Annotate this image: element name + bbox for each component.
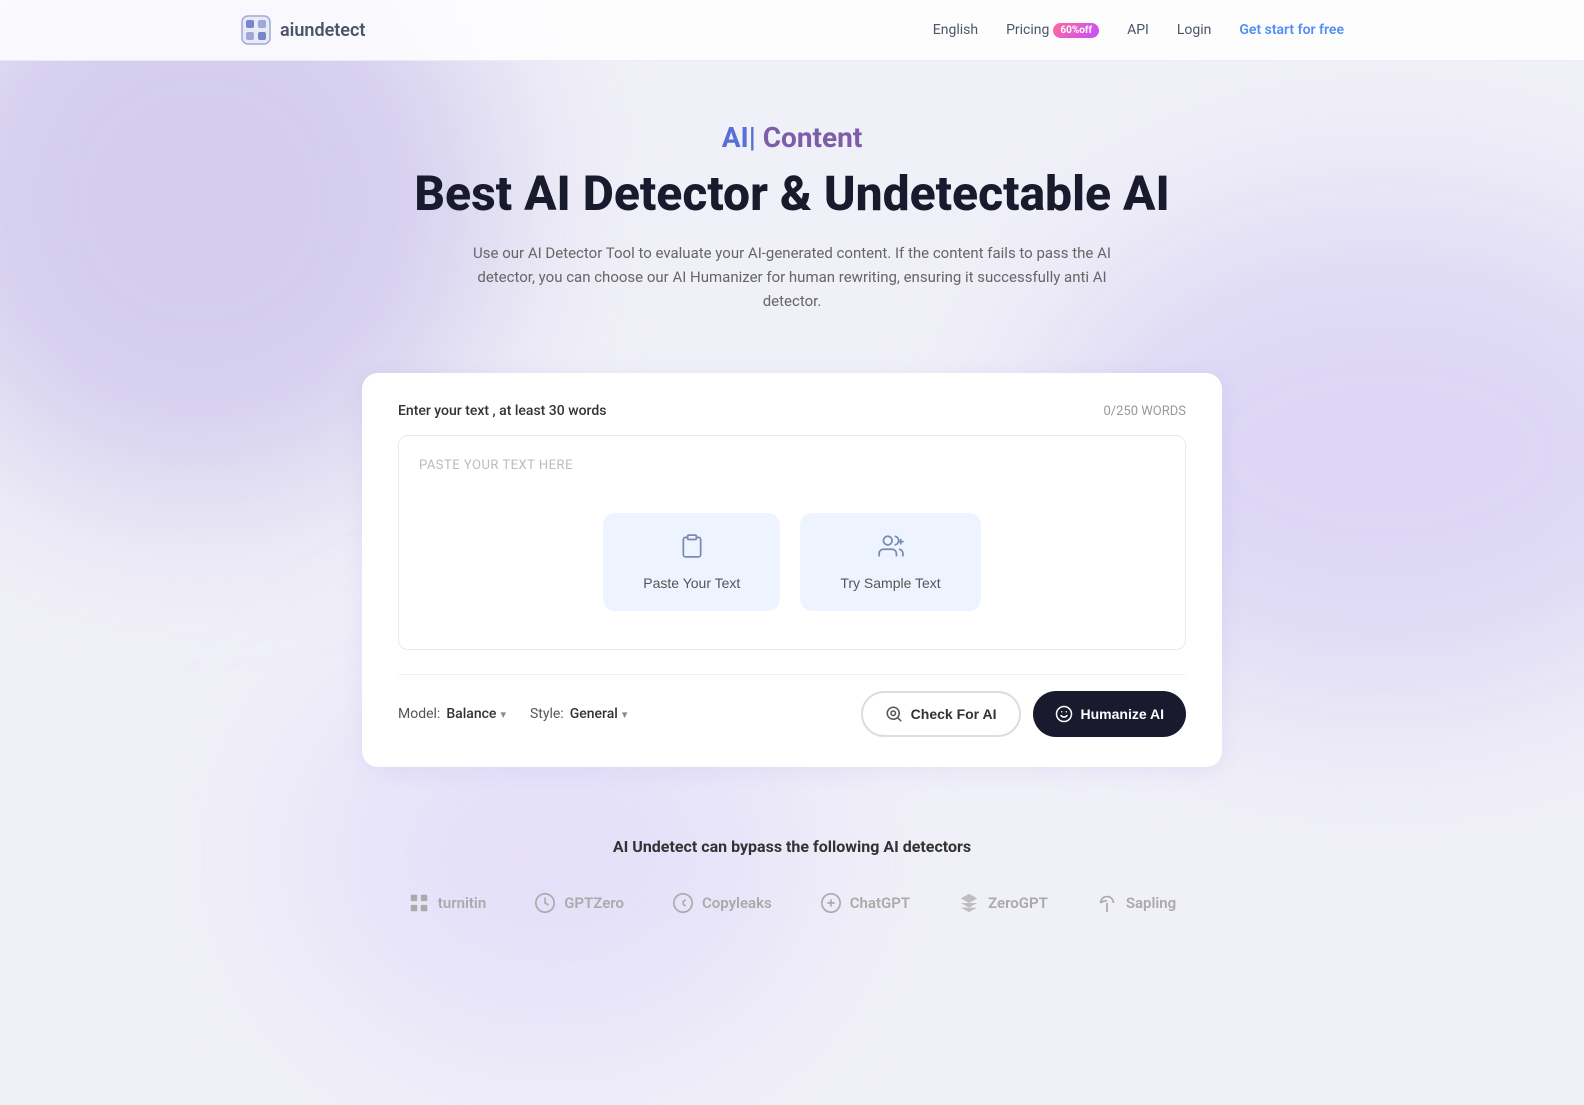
model-select-group: Model: Balance ▾	[398, 706, 506, 722]
paste-icon	[679, 533, 705, 565]
nav-language[interactable]: English	[933, 22, 978, 38]
model-label: Model:	[398, 706, 440, 722]
model-style-controls: Model: Balance ▾ Style: General ▾	[398, 706, 627, 722]
pricing-label: Pricing	[1006, 22, 1049, 38]
copyleaks-label: Copyleaks	[702, 894, 772, 912]
model-select[interactable]: Balance ▾	[446, 706, 506, 722]
sample-text-button[interactable]: Try Sample Text	[800, 513, 980, 611]
text-placeholder: PASTE YOUR TEXT HERE	[419, 458, 573, 473]
main-nav: English Pricing 60%off API Login Get sta…	[933, 22, 1344, 38]
sample-icon	[878, 533, 904, 565]
word-count: 0/250 WORDS	[1103, 404, 1186, 419]
action-buttons: Paste Your Text Try Sample Text	[419, 513, 1165, 611]
hero-subtitle-content: Content	[763, 121, 863, 154]
logo-icon	[240, 14, 272, 46]
style-label: Style:	[530, 706, 564, 722]
humanize-icon	[1055, 705, 1073, 723]
detector-zerogpt: ZeroGPT	[958, 892, 1048, 914]
zerogpt-label: ZeroGPT	[988, 894, 1048, 912]
zerogpt-icon	[958, 892, 980, 914]
turnitin-label: turnitin	[438, 894, 486, 912]
hero-subtitle-ai: AI|	[722, 121, 756, 154]
style-value: General	[570, 706, 618, 722]
model-value: Balance	[446, 706, 496, 722]
hero-title: Best AI Detector & Undetectable AI	[20, 166, 1564, 221]
card-header: Enter your text , at least 30 words 0/25…	[398, 403, 1186, 419]
paste-text-label: Paste Your Text	[643, 575, 740, 591]
header: aiundetect English Pricing 60%off API Lo…	[0, 0, 1584, 61]
sample-text-label: Try Sample Text	[840, 575, 940, 591]
footer-buttons: Check For AI Humanize AI	[861, 691, 1186, 737]
detector-chatgpt: ChatGPT	[820, 892, 910, 914]
gptzero-icon	[534, 892, 556, 914]
paste-text-button[interactable]: Paste Your Text	[603, 513, 780, 611]
detector-sapling: Sapling	[1096, 892, 1176, 914]
main-card: Enter your text , at least 30 words 0/25…	[362, 373, 1222, 767]
humanize-button-label: Humanize AI	[1081, 706, 1165, 722]
style-chevron-icon: ▾	[622, 708, 628, 721]
nav-pricing[interactable]: Pricing 60%off	[1006, 22, 1099, 38]
pricing-discount-badge: 60%off	[1053, 23, 1099, 38]
check-for-ai-button[interactable]: Check For AI	[861, 691, 1021, 737]
hero-section: AI| Content Best AI Detector & Undetecta…	[0, 61, 1584, 343]
nav-get-started[interactable]: Get start for free	[1239, 22, 1344, 38]
sapling-icon	[1096, 892, 1118, 914]
check-icon	[885, 705, 903, 723]
logo: aiundetect	[240, 14, 365, 46]
nav-login[interactable]: Login	[1177, 22, 1212, 38]
detector-turnitin: turnitin	[408, 892, 486, 914]
copyleaks-icon	[672, 892, 694, 914]
check-button-label: Check For AI	[911, 706, 997, 722]
detectors-section: AI Undetect can bypass the following AI …	[0, 797, 1584, 974]
detector-copyleaks: Copyleaks	[672, 892, 772, 914]
input-label: Enter your text , at least 30 words	[398, 403, 606, 419]
chatgpt-label: ChatGPT	[850, 894, 910, 912]
model-chevron-icon: ▾	[500, 708, 506, 721]
nav-api[interactable]: API	[1127, 22, 1149, 38]
turnitin-icon	[408, 892, 430, 914]
detectors-title: AI Undetect can bypass the following AI …	[20, 837, 1564, 856]
hero-subtitle: AI| Content	[20, 121, 1564, 154]
logo-text: aiundetect	[280, 20, 365, 41]
text-input-area[interactable]: PASTE YOUR TEXT HERE Paste Your Text	[398, 435, 1186, 650]
chatgpt-icon	[820, 892, 842, 914]
card-footer: Model: Balance ▾ Style: General ▾	[398, 674, 1186, 737]
hero-description: Use our AI Detector Tool to evaluate you…	[452, 241, 1132, 313]
gptzero-label: GPTZero	[564, 894, 624, 912]
style-select-group: Style: General ▾	[530, 706, 627, 722]
sapling-label: Sapling	[1126, 894, 1176, 912]
detector-gptzero: GPTZero	[534, 892, 624, 914]
detectors-logos-row: turnitin GPTZero Copyleaks	[20, 892, 1564, 914]
humanize-ai-button[interactable]: Humanize AI	[1033, 691, 1187, 737]
style-select[interactable]: General ▾	[570, 706, 628, 722]
